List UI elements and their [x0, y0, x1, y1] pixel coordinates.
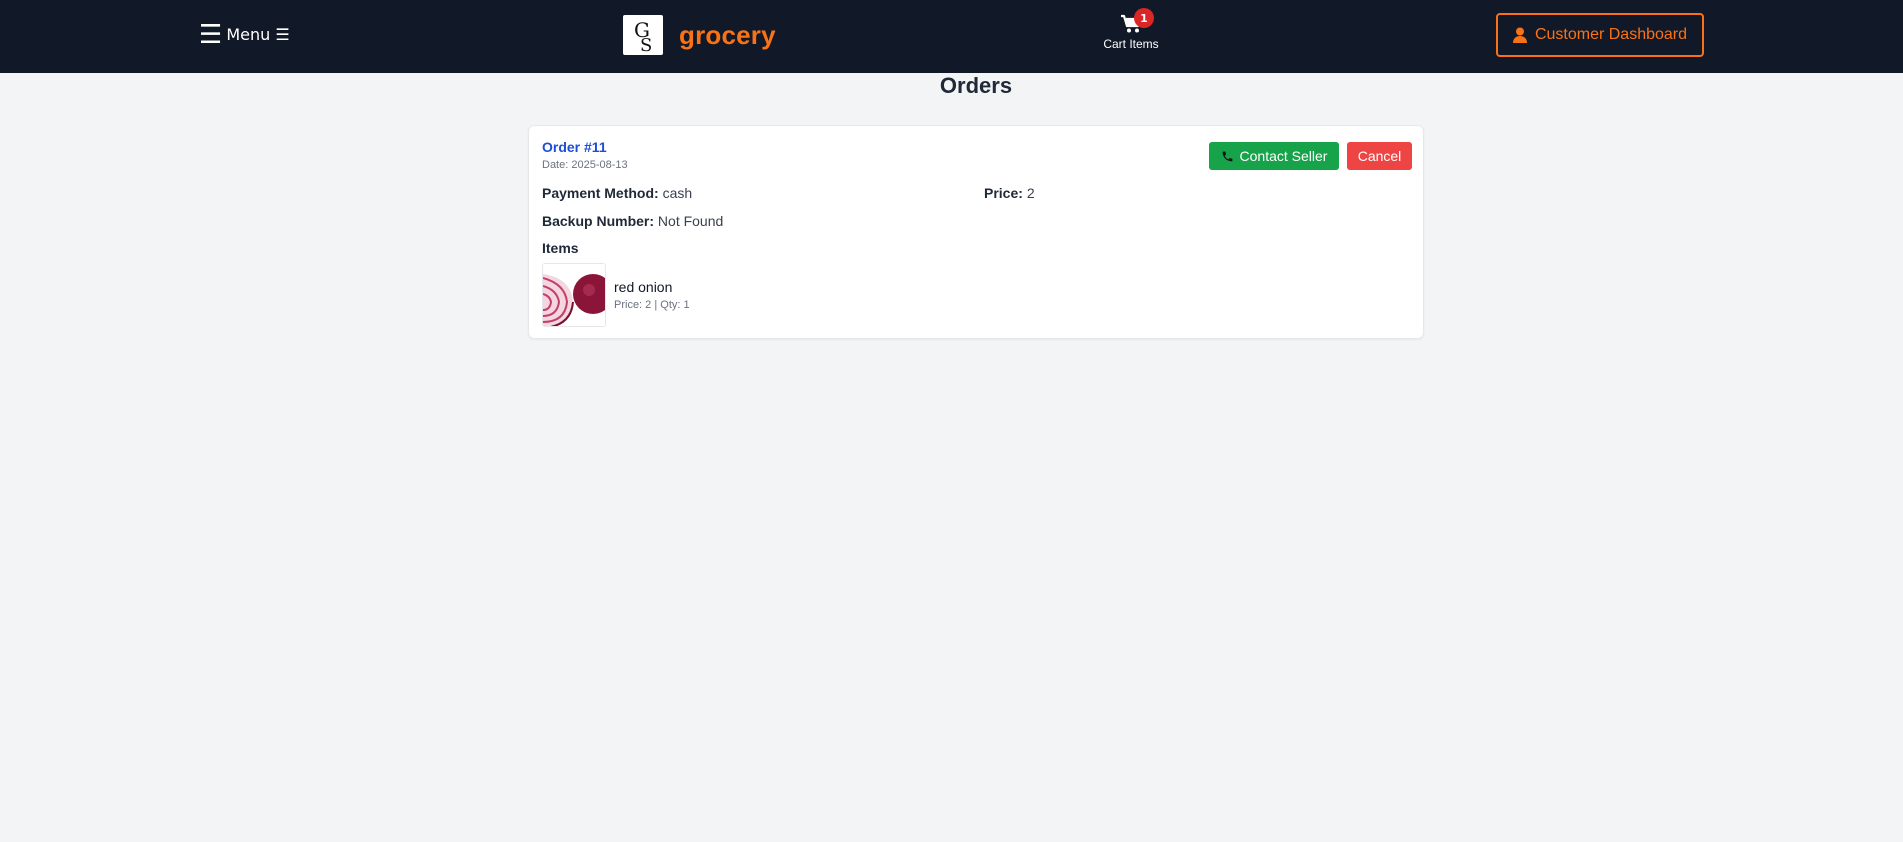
cancel-order-button[interactable]: Cancel [1347, 142, 1412, 170]
price-value: 2 [1026, 185, 1035, 201]
contact-seller-button[interactable]: Contact Seller [1209, 142, 1339, 170]
order-item-name: red onion [614, 279, 673, 295]
order-card: Order #11 Date: 2025-08-13 Contact Selle… [528, 125, 1424, 339]
cart-button[interactable]: 1 Cart Items [1103, 8, 1159, 51]
phone-icon [1222, 151, 1232, 161]
user-icon [1512, 27, 1527, 43]
order-id-link[interactable]: Order #11 [542, 139, 607, 155]
contact-seller-label: Contact Seller [1239, 148, 1328, 164]
menu-button[interactable]: ☰ Menu ☰ [199, 22, 290, 48]
order-item-details: red onion Price: 2 | Qty: 1 [614, 279, 690, 311]
order-item: red onion Price: 2 | Qty: 1 [542, 263, 690, 327]
payment-method-field: Payment Method: cash [542, 185, 692, 201]
cart-label: Cart Items [1103, 37, 1159, 51]
home-logo-link[interactable]: G S grocery [623, 15, 776, 55]
payment-method-value: cash [662, 185, 693, 201]
red-onion-image [542, 263, 606, 327]
gs-logo-icon: G S [623, 15, 663, 55]
page-title: Orders [939, 73, 1013, 98]
cart-count-badge: 1 [1134, 8, 1154, 28]
svg-text:S: S [640, 35, 652, 53]
order-item-meta: Price: 2 | Qty: 1 [614, 299, 690, 311]
hamburger-icon: ☰ [199, 20, 223, 50]
items-heading: Items [542, 240, 579, 256]
customer-dashboard-button[interactable]: Customer Dashboard [1496, 13, 1704, 57]
payment-method-label: Payment Method: [542, 185, 659, 201]
backup-number-label: Backup Number: [542, 213, 655, 229]
brand-name: grocery [679, 19, 776, 50]
backup-number-field: Backup Number: Not Found [542, 213, 723, 229]
price-field: Price: 2 [984, 185, 1035, 201]
backup-number-value: Not Found [657, 213, 724, 229]
order-date: Date: 2025-08-13 [542, 159, 628, 171]
top-navbar: ☰ Menu ☰ G S grocery 1 Cart Items Custom… [0, 0, 1903, 73]
menu-label: Menu ☰ [226, 25, 290, 44]
price-label: Price: [984, 185, 1023, 201]
customer-dashboard-label: Customer Dashboard [1534, 26, 1688, 43]
